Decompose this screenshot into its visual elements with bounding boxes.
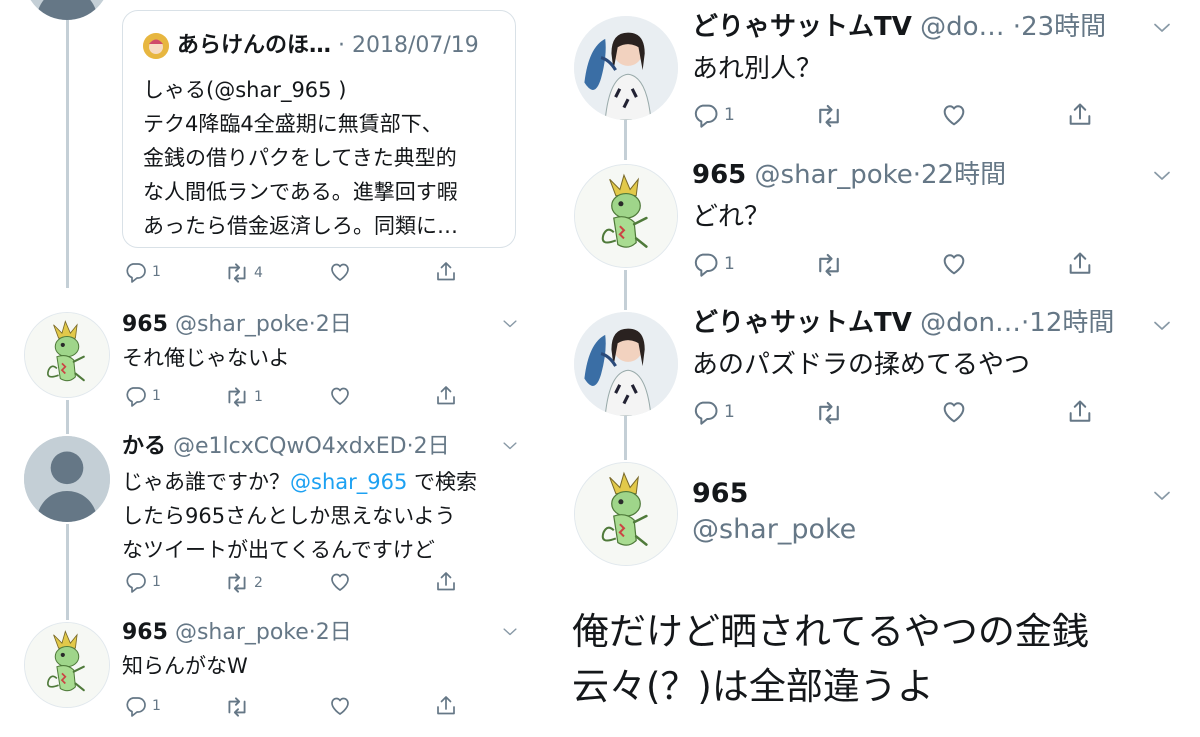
share-button[interactable] — [1066, 250, 1094, 278]
chevron-down-icon[interactable] — [500, 436, 520, 456]
mention-link[interactable]: @shar_965 — [290, 470, 407, 494]
thread-line — [624, 120, 627, 160]
reply-button[interactable]: 1 — [124, 570, 161, 594]
tweet-text: 知らんがなW — [122, 654, 248, 678]
reply-button[interactable]: 1 — [692, 398, 735, 426]
user-handle[interactable]: @don… — [920, 308, 1021, 338]
retweet-button[interactable]: 2 — [224, 570, 263, 596]
user-handle[interactable]: @shar_poke — [175, 620, 309, 645]
share-button[interactable] — [434, 384, 458, 408]
like-button[interactable] — [940, 398, 968, 426]
like-button[interactable] — [328, 260, 352, 284]
user-name[interactable]: かる — [122, 434, 166, 459]
thread-line-mid — [66, 400, 69, 434]
tweet-text: どれ？ — [692, 202, 771, 232]
user-name[interactable]: 965 — [122, 312, 168, 337]
thread-line — [624, 270, 627, 310]
chevron-down-icon[interactable] — [500, 622, 520, 642]
like-button[interactable] — [940, 101, 968, 129]
share-button[interactable] — [434, 260, 458, 284]
tweet-time: 23時間 — [1021, 12, 1107, 42]
quote-header: あらけんのほ… · 2018/07/19 — [177, 33, 479, 58]
reply-button[interactable]: 1 — [692, 250, 735, 278]
retweet-button[interactable]: 1 — [224, 384, 263, 410]
tweet-time: 12時間 — [1029, 308, 1115, 338]
reply-count: 1 — [152, 264, 161, 280]
tweet-text: それ俺じゃないよ — [122, 346, 290, 370]
avatar-dorya[interactable] — [574, 16, 678, 120]
avatar-965[interactable] — [24, 312, 110, 398]
user-name[interactable]: どりゃサットムTV — [692, 308, 912, 338]
retweet-button[interactable] — [814, 250, 844, 280]
user-handle[interactable]: @do… — [920, 12, 1004, 42]
chevron-down-icon[interactable] — [1150, 484, 1174, 508]
tweet-header: 965 @shar_poke·22時間 — [692, 160, 1007, 190]
thread-line-top — [66, 0, 69, 288]
like-button[interactable] — [328, 384, 352, 408]
like-button[interactable] — [328, 570, 352, 594]
tweet-time: 22時間 — [921, 160, 1007, 190]
share-button[interactable] — [1066, 398, 1094, 426]
left-thread-panel: あらけんのほ… · 2018/07/19 しゃる(@shar_965 ) テク4… — [0, 0, 560, 737]
tweet-header: どりゃサットムTV @do… ·23時間 — [692, 12, 1107, 42]
thread-line — [624, 416, 627, 460]
quoted-tweet-card[interactable]: あらけんのほ… · 2018/07/19 しゃる(@shar_965 ) テク4… — [122, 10, 516, 248]
right-thread-panel: どりゃサットムTV @do… ·23時間 あれ別人？ 1 965 @shar_p… — [560, 0, 1200, 737]
reply-button[interactable]: 1 — [124, 694, 161, 718]
user-handle[interactable]: @shar_poke — [755, 160, 913, 190]
user-handle[interactable]: @shar_poke — [175, 312, 309, 337]
quote-author-avatar — [143, 33, 169, 59]
like-button[interactable] — [940, 250, 968, 278]
avatar-965[interactable] — [24, 622, 110, 708]
chevron-down-icon[interactable] — [500, 314, 520, 334]
reply-button[interactable]: 1 — [692, 101, 735, 129]
retweet-count: 4 — [254, 265, 263, 281]
like-button[interactable] — [328, 694, 352, 718]
tweet-header: どりゃサットムTV @don…·12時間 — [692, 308, 1115, 338]
tweet-header: 965 @shar_poke·2日 — [122, 312, 352, 337]
avatar-dorya[interactable] — [574, 312, 678, 416]
retweet-button[interactable]: 4 — [224, 260, 263, 286]
reply-button[interactable]: 1 — [124, 260, 161, 284]
avatar-965-main[interactable] — [574, 462, 678, 566]
main-user-name[interactable]: 965 — [692, 480, 748, 507]
thread-line-lower — [66, 524, 69, 620]
quote-text: しゃる(@shar_965 ) テク4降臨4全盛期に無賃部下、 金銭の借りパクを… — [143, 78, 458, 238]
user-name[interactable]: どりゃサットムTV — [692, 12, 912, 42]
tweet-time: 2日 — [315, 312, 352, 337]
tweet-time: 2日 — [413, 434, 450, 459]
share-button[interactable] — [434, 570, 458, 594]
quote-author-name: あらけんのほ… — [177, 33, 332, 58]
chevron-down-icon[interactable] — [1150, 164, 1174, 188]
tweet-text: じゃあ誰ですか？@shar_965 で検索 したら965さんとしか思えないよう … — [122, 470, 478, 562]
tweet-time: 2日 — [315, 620, 352, 645]
retweet-button[interactable] — [814, 101, 844, 131]
user-name[interactable]: 965 — [122, 620, 168, 645]
main-tweet-text: 俺だけど晒されてるやつの金銭 云々(？)は全部違うよ — [572, 610, 1089, 708]
avatar-top-partial[interactable] — [24, 0, 110, 20]
main-user-handle[interactable]: @shar_poke — [692, 516, 856, 543]
retweet-button[interactable] — [814, 398, 844, 428]
user-handle[interactable]: @e1lcxCQwO4xdxED — [173, 434, 407, 459]
user-name[interactable]: 965 — [692, 160, 746, 190]
tweet-header: かる @e1lcxCQwO4xdxED·2日 — [122, 434, 450, 459]
tweet-header: 965 @shar_poke·2日 — [122, 620, 352, 645]
quote-date: 2018/07/19 — [352, 33, 479, 58]
retweet-button[interactable] — [224, 694, 250, 720]
avatar-karu[interactable] — [24, 436, 110, 522]
share-button[interactable] — [1066, 101, 1094, 129]
chevron-down-icon[interactable] — [1150, 16, 1174, 40]
chevron-down-icon[interactable] — [1150, 314, 1174, 338]
tweet-text: あれ別人？ — [692, 54, 823, 84]
reply-button[interactable]: 1 — [124, 384, 161, 408]
tweet-text: あのパズドラの揉めてるやつ — [692, 350, 1031, 380]
avatar-965[interactable] — [574, 164, 678, 268]
share-button[interactable] — [434, 694, 458, 718]
